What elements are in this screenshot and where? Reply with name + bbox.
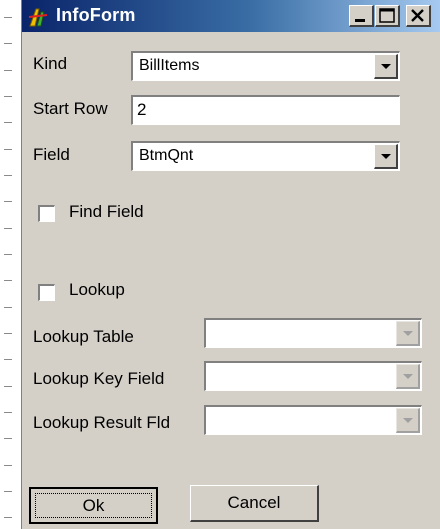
chevron-down-icon xyxy=(381,64,391,69)
field-combobox[interactable]: BtmQnt xyxy=(131,141,400,171)
field-label: Field xyxy=(33,145,70,164)
ruler-tick xyxy=(4,70,12,71)
chevron-down-icon xyxy=(403,331,413,336)
ruler-tick xyxy=(4,17,12,18)
find-field-checkbox[interactable] xyxy=(38,205,55,222)
cancel-button-label: Cancel xyxy=(227,493,281,512)
lookup-table-label: Lookup Table xyxy=(33,327,134,346)
start-row-label: Start Row xyxy=(33,99,108,118)
left-ruler xyxy=(0,0,22,529)
chevron-down-icon xyxy=(403,418,413,423)
lookup-result-fld-label: Lookup Result Fld xyxy=(33,413,171,432)
kind-dropdown-button[interactable] xyxy=(374,54,398,79)
maximize-button[interactable] xyxy=(375,5,400,27)
field-dropdown-button[interactable] xyxy=(374,144,398,169)
cancel-button[interactable]: Cancel xyxy=(190,485,319,522)
ruler-tick xyxy=(4,359,12,360)
maximize-icon xyxy=(379,8,395,23)
close-button[interactable] xyxy=(406,5,431,27)
ruler-tick xyxy=(4,122,12,123)
ruler-tick xyxy=(4,465,12,466)
chevron-down-icon xyxy=(403,374,413,379)
infoform-window: InfoForm Kind BillItems Start Row 2 Fiel… xyxy=(22,0,440,529)
ok-button[interactable]: Ok xyxy=(29,487,158,524)
lookup-result-fld-dropdown-button[interactable] xyxy=(396,408,420,433)
find-field-label[interactable]: Find Field xyxy=(69,202,144,222)
ruler-tick xyxy=(4,228,12,229)
ruler-tick xyxy=(4,517,12,518)
ruler-tick xyxy=(4,491,12,492)
ruler-tick xyxy=(4,386,12,387)
start-row-input[interactable] xyxy=(137,99,387,121)
minimize-button[interactable] xyxy=(349,5,374,27)
lookup-result-fld-combobox[interactable] xyxy=(204,405,422,435)
ruler-tick xyxy=(4,412,12,413)
field-value: BtmQnt xyxy=(139,147,194,164)
lookup-key-field-combobox[interactable] xyxy=(204,361,422,391)
kind-label: Kind xyxy=(33,54,68,73)
lookup-table-combobox[interactable] xyxy=(204,318,422,348)
ruler-tick xyxy=(4,43,12,44)
ruler-tick xyxy=(4,307,12,308)
lookup-table-dropdown-button[interactable] xyxy=(396,321,420,346)
ruler-tick xyxy=(4,280,12,281)
ok-button-label: Ok xyxy=(82,496,105,515)
ruler-tick xyxy=(4,201,12,202)
ruler-tick xyxy=(4,96,12,97)
lookup-checkbox[interactable] xyxy=(38,284,55,301)
chevron-down-icon xyxy=(381,154,391,159)
close-icon xyxy=(411,9,424,22)
lookup-key-field-label: Lookup Key Field xyxy=(33,369,165,388)
lookup-label[interactable]: Lookup xyxy=(69,280,125,300)
ruler-tick xyxy=(4,254,12,255)
app-icon[interactable] xyxy=(27,6,49,28)
ruler-tick xyxy=(4,438,12,439)
kind-combobox[interactable]: BillItems xyxy=(131,51,400,81)
ruler-tick xyxy=(4,175,12,176)
window-title: InfoForm xyxy=(56,5,136,25)
title-bar[interactable]: InfoForm xyxy=(22,0,440,32)
lookup-key-field-dropdown-button[interactable] xyxy=(396,364,420,389)
ruler-tick xyxy=(4,333,12,334)
ruler-tick xyxy=(4,149,12,150)
minimize-icon xyxy=(355,19,365,22)
kind-value: BillItems xyxy=(139,57,200,74)
start-row-field[interactable] xyxy=(131,95,400,125)
